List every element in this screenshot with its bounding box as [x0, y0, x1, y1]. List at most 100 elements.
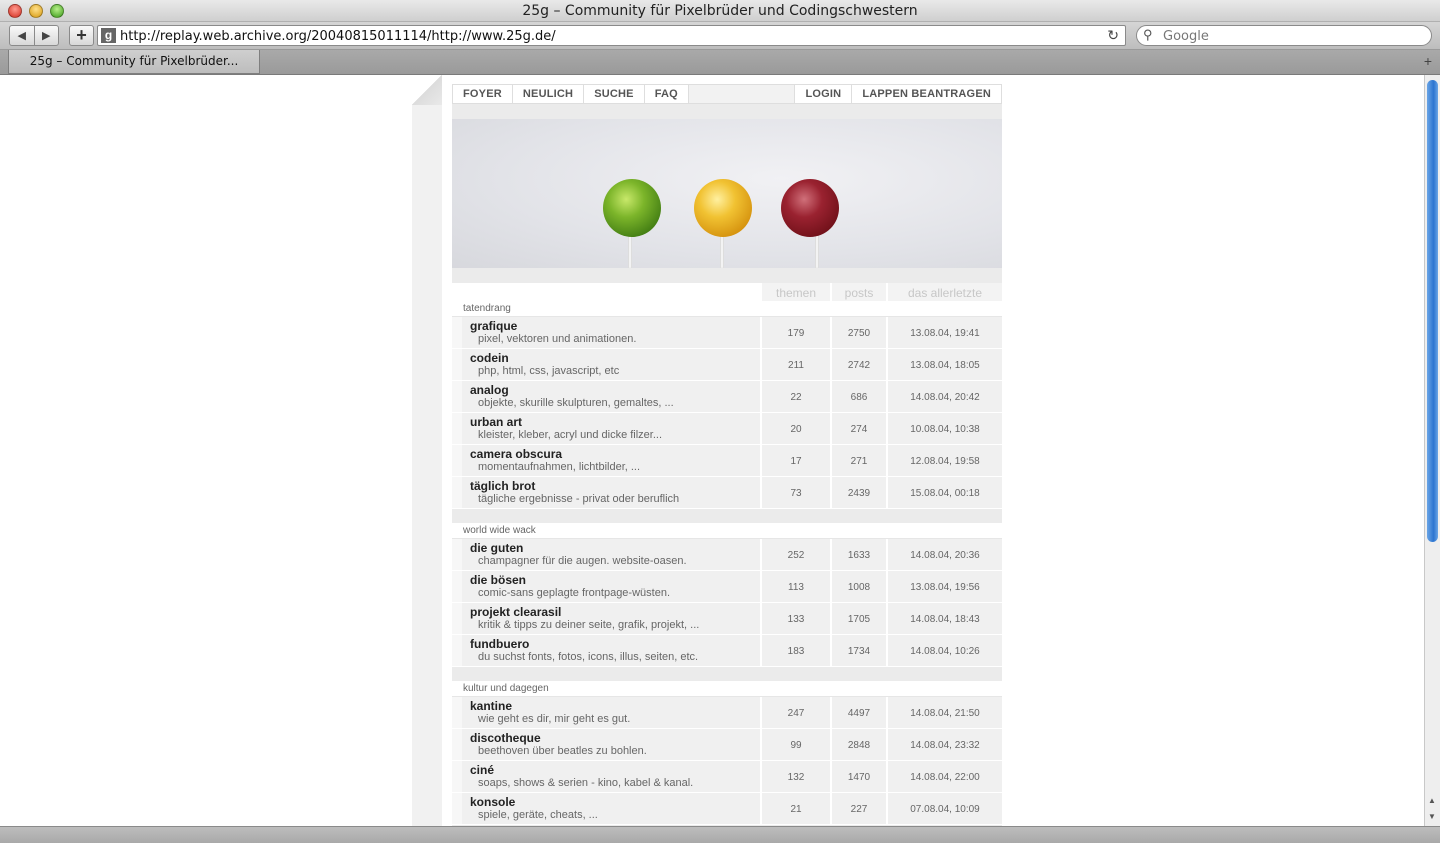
- forum-row[interactable]: codein php, html, css, javascript, etc 211…: [452, 349, 1002, 381]
- forum-posts-count: 2742: [830, 349, 886, 380]
- forum-row[interactable]: täglich brot tägliche ergebnisse - privat…: [452, 477, 1002, 509]
- site-container: FOYER NEULICH SUCHE FAQ LOGIN LAPPEN BEA…: [452, 75, 1002, 826]
- forum-row[interactable]: die bösen comic-sans geplagte frontpage-w…: [452, 571, 1002, 603]
- forum-link[interactable]: analog: [470, 384, 760, 397]
- forum-link[interactable]: konsole: [470, 796, 760, 809]
- forum-link[interactable]: urban art: [470, 416, 760, 429]
- forum-last-post-date[interactable]: 13.08.04, 19:41: [886, 317, 1002, 348]
- nav-lappen-beantragen[interactable]: LAPPEN BEANTRAGEN: [851, 85, 1001, 103]
- forum-last-post-date[interactable]: 14.08.04, 21:50: [886, 697, 1002, 728]
- column-posts: posts: [830, 283, 886, 301]
- browser-toolbar: ◀ ▶ + g http://replay.web.archive.org/20…: [0, 22, 1440, 50]
- forum-row[interactable]: ciné soaps, shows & serien - kino, kabel …: [452, 761, 1002, 793]
- forum-description: soaps, shows & serien - kino, kabel & ka…: [478, 777, 694, 789]
- forum-link[interactable]: die guten: [470, 542, 760, 555]
- forum-row[interactable]: camera obscura momentaufnahmen, lichtbild…: [452, 445, 1002, 477]
- back-button[interactable]: ◀: [10, 26, 34, 45]
- forum-description: kritik & tipps zu deiner seite, grafik, …: [478, 619, 700, 631]
- new-tab-icon[interactable]: +: [1424, 53, 1432, 69]
- forum-row[interactable]: die guten champagner für die augen. websi…: [452, 539, 1002, 571]
- forum-themen-count: 21: [760, 793, 830, 824]
- forum-themen-count: 73: [760, 477, 830, 508]
- forum-name-cell: die bösen comic-sans geplagte frontpage-w…: [452, 571, 760, 602]
- forum-themen-count: 179: [760, 317, 830, 348]
- forward-button[interactable]: ▶: [33, 26, 59, 45]
- forum-name-cell: kantine wie geht es dir, mir geht es gut.: [452, 697, 760, 728]
- left-decoration: [412, 75, 442, 826]
- forum-themen-count: 113: [760, 571, 830, 602]
- reload-icon[interactable]: ↻: [1107, 27, 1119, 44]
- forum-last-post-date[interactable]: 14.08.04, 10:26: [886, 635, 1002, 666]
- forum-posts-count: 274: [830, 413, 886, 444]
- vertical-scrollbar[interactable]: ▲ ▼: [1424, 75, 1440, 826]
- section-title: kultur und dagegen: [452, 681, 1002, 697]
- forum-last-post-date[interactable]: 14.08.04, 23:32: [886, 729, 1002, 760]
- forum-link[interactable]: grafique: [470, 320, 760, 333]
- forum-row[interactable]: discotheque beethoven über beatles zu boh…: [452, 729, 1002, 761]
- forum-last-post-date[interactable]: 14.08.04, 20:42: [886, 381, 1002, 412]
- forum-posts-count: 2439: [830, 477, 886, 508]
- forum-last-post-date[interactable]: 13.08.04, 18:05: [886, 349, 1002, 380]
- scroll-up-icon[interactable]: ▲: [1428, 796, 1436, 805]
- forum-themen-count: 22: [760, 381, 830, 412]
- forum-row[interactable]: urban art kleister, kleber, acryl und dic…: [452, 413, 1002, 445]
- nav-foyer[interactable]: FOYER: [453, 85, 513, 103]
- forum-description: wie geht es dir, mir geht es gut.: [478, 713, 631, 725]
- forum-last-post-date[interactable]: 07.08.04, 10:09: [886, 793, 1002, 824]
- forum-link[interactable]: ciné: [470, 764, 760, 777]
- forum-posts-count: 2750: [830, 317, 886, 348]
- tab-25g[interactable]: 25g – Community für Pixelbrüder...: [8, 50, 260, 74]
- forum-link[interactable]: camera obscura: [470, 448, 760, 461]
- scrollbar-thumb[interactable]: [1427, 80, 1438, 542]
- header-band: [452, 104, 1002, 119]
- forum-description: beethoven über beatles zu bohlen.: [478, 745, 647, 757]
- forum-name-cell: ciné soaps, shows & serien - kino, kabel …: [452, 761, 760, 792]
- forum-last-post-date[interactable]: 10.08.04, 10:38: [886, 413, 1002, 444]
- forum-row[interactable]: projekt clearasil kritik & tipps zu deine…: [452, 603, 1002, 635]
- address-text[interactable]: http://replay.web.archive.org/2004081501…: [120, 29, 556, 44]
- forum-themen-count: 132: [760, 761, 830, 792]
- scroll-down-icon[interactable]: ▼: [1428, 812, 1436, 821]
- forum-name-cell: codein php, html, css, javascript, etc: [452, 349, 760, 380]
- forum-posts-count: 271: [830, 445, 886, 476]
- forum-link[interactable]: discotheque: [470, 732, 760, 745]
- forum-last-post-date[interactable]: 14.08.04, 22:00: [886, 761, 1002, 792]
- forum-posts-count: 1008: [830, 571, 886, 602]
- forum-last-post-date[interactable]: 15.08.04, 00:18: [886, 477, 1002, 508]
- address-bar[interactable]: g http://replay.web.archive.org/20040815…: [97, 25, 1126, 46]
- forum-row[interactable]: fundbuero du suchst fonts, fotos, icons, …: [452, 635, 1002, 667]
- nav-login[interactable]: LOGIN: [794, 85, 852, 103]
- forum-link[interactable]: kantine: [470, 700, 760, 713]
- tab-bar: 25g – Community für Pixelbrüder... +: [0, 50, 1440, 75]
- forum-description: pixel, vektoren und animationen.: [478, 333, 637, 345]
- forum-name-cell: die guten champagner für die augen. websi…: [452, 539, 760, 570]
- forum-link[interactable]: die bösen: [470, 574, 760, 587]
- forum-link[interactable]: codein: [470, 352, 760, 365]
- nav-faq[interactable]: FAQ: [644, 85, 689, 103]
- forum-last-post-date[interactable]: 14.08.04, 20:36: [886, 539, 1002, 570]
- nav-neulich[interactable]: NEULICH: [512, 85, 585, 103]
- column-das-allerletzte: das allerletzte: [886, 283, 1002, 301]
- window-titlebar: 25g – Community für Pixelbrüder und Codi…: [0, 0, 1440, 22]
- forum-last-post-date[interactable]: 12.08.04, 19:58: [886, 445, 1002, 476]
- search-placeholder: Google: [1163, 29, 1209, 44]
- section-footer: [452, 509, 1002, 523]
- search-field[interactable]: ⚲ Google: [1136, 25, 1432, 46]
- forum-row[interactable]: kantine wie geht es dir, mir geht es gut.…: [452, 697, 1002, 729]
- forum-themen-count: 183: [760, 635, 830, 666]
- add-bookmark-button[interactable]: +: [69, 25, 94, 46]
- forum-last-post-date[interactable]: 14.08.04, 18:43: [886, 603, 1002, 634]
- forum-themen-count: 211: [760, 349, 830, 380]
- forum-row[interactable]: konsole spiele, geräte, cheats, ... 21 227 0…: [452, 793, 1002, 825]
- forum-link[interactable]: fundbuero: [470, 638, 760, 651]
- forum-name-cell: analog objekte, skurille skulpturen, gema…: [452, 381, 760, 412]
- forum-link[interactable]: täglich brot: [470, 480, 760, 493]
- forum-section: world wide wack die guten champagner für d…: [452, 523, 1002, 681]
- forum-row[interactable]: analog objekte, skurille skulpturen, gema…: [452, 381, 1002, 413]
- status-bar: [0, 826, 1440, 843]
- forum-link[interactable]: projekt clearasil: [470, 606, 760, 619]
- forum-last-post-date[interactable]: 13.08.04, 19:56: [886, 571, 1002, 602]
- nav-suche[interactable]: SUCHE: [584, 85, 645, 103]
- forum-row[interactable]: grafique pixel, vektoren und animationen.…: [452, 317, 1002, 349]
- forum-section: tatendrang grafique pixel, vektoren und an…: [452, 301, 1002, 523]
